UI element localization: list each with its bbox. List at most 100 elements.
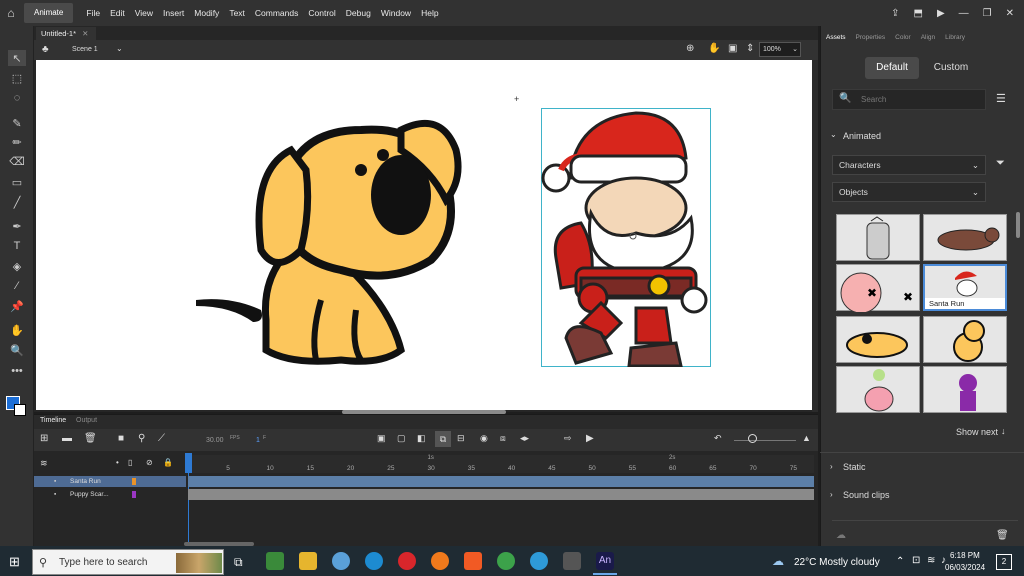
graph-icon[interactable]: ⟋ [158,433,165,444]
asset-thumb-puppy-lying[interactable] [836,316,920,363]
menu-insert[interactable]: Insert [158,8,189,18]
tab-assets[interactable]: Assets [826,34,846,46]
asset-search-field[interactable]: 🔍 Search [832,89,986,110]
camera-icon[interactable]: ■ [118,433,124,444]
pin-icon[interactable]: 📌 [8,298,26,314]
menu-commands[interactable]: Commands [250,8,303,18]
selection-tool-icon[interactable]: ↖ [8,50,26,66]
tab-color[interactable]: Color [895,34,911,46]
opera-icon[interactable] [398,552,416,570]
frame-ruler[interactable] [188,455,814,473]
arrow-down-icon[interactable]: ↓ [1001,426,1006,436]
tab-output[interactable]: Output [76,417,97,424]
clip-icon[interactable]: ▣ [728,43,737,54]
fps-value[interactable]: 30.00 [206,437,224,444]
windows-start-icon[interactable]: ⊞ [9,554,20,570]
task-view-icon[interactable]: ⧉ [234,555,243,570]
menu-file[interactable]: File [81,8,105,18]
trash-icon[interactable]: 🗑 [996,530,1009,541]
menu-edit[interactable]: Edit [105,8,130,18]
lock-icon[interactable]: 🔒 [163,458,173,467]
menu-help[interactable]: Help [416,8,443,18]
animated-section-label[interactable]: Animated [843,131,881,141]
asset-thumb-wolf[interactable] [923,214,1007,261]
brush-icon[interactable]: ✎ [8,115,26,131]
wifi-icon[interactable]: ≋ [927,555,935,566]
tab-properties[interactable]: Properties [856,34,886,46]
brave-icon[interactable] [464,552,482,570]
menu-modify[interactable]: Modify [189,8,224,18]
layer-name[interactable]: Puppy Scar... [70,489,109,500]
onion-skin-icon[interactable]: ◉ [480,433,488,444]
app-icon-2[interactable] [332,552,350,570]
asset-thumb-mummy[interactable] [836,214,920,261]
timeline-options-icon[interactable]: ▲ [802,433,811,443]
rotate-stage-icon[interactable]: ✋ [708,43,720,54]
menu-view[interactable]: View [130,8,158,18]
fit-icon[interactable]: ⇕ [746,43,754,54]
layer-color-swatch[interactable] [132,491,136,498]
new-folder-icon[interactable]: ▬ [62,433,72,444]
custom-toggle[interactable]: Custom [926,57,976,79]
filter-icon[interactable]: ⏷ [996,157,1005,170]
thumbnail-scrollbar[interactable] [1016,212,1020,238]
static-section-label[interactable]: Static [843,462,866,472]
highlight-dot-icon[interactable]: • [116,458,119,467]
clock-time[interactable]: 6:18 PM [950,551,980,560]
santa-frames-track[interactable] [188,476,814,487]
scene-name[interactable]: Scene 1 [72,46,98,53]
chrome-profile-icon[interactable] [530,552,548,570]
free-transform-icon[interactable]: ⬚ [8,70,26,86]
layer-row-santa[interactable]: ▪ Santa Run [34,476,186,487]
visibility-icon[interactable]: ⊘ [146,458,153,467]
category-select[interactable]: Characters ⌄ [832,155,986,175]
import-icon[interactable]: ☁ [836,530,846,541]
zoom-icon[interactable]: 🔍 [8,342,26,358]
animate-app-icon[interactable]: An [596,552,614,570]
new-layer-icon[interactable]: ⊞ [40,433,48,444]
fill-color-swatch[interactable] [14,404,26,416]
paint-bucket-icon[interactable]: ◈ [8,258,26,274]
show-next-link[interactable]: Show next [956,427,998,437]
puppy-frames-track[interactable] [188,489,814,500]
delete-layer-icon[interactable]: 🗑 [84,433,97,444]
chevron-up-icon[interactable]: ⌃ [896,556,904,567]
tab-library[interactable]: Library [945,34,965,46]
scene-dropdown-icon[interactable]: ⌄ [116,44,123,53]
puppy-character[interactable] [191,110,466,370]
list-view-icon[interactable]: ☰ [996,92,1006,105]
edge-icon[interactable] [365,552,383,570]
menu-control[interactable]: Control [303,8,340,18]
app-name[interactable]: Animate [24,3,74,23]
menu-text[interactable]: Text [224,8,250,18]
publish-icon[interactable]: ⬒ [913,8,922,19]
test-movie-icon[interactable]: ▶ [937,8,945,19]
notifications-icon[interactable]: 2 [996,554,1012,570]
default-toggle[interactable]: Default [865,57,919,79]
minimize-icon[interactable]: — [959,8,969,19]
keyframe-icon[interactable]: ▣ [377,433,386,444]
asset-thumb-pig[interactable] [836,366,920,413]
blank-keyframe-icon[interactable]: ▢ [397,433,406,444]
subcategory-select[interactable]: Objects ⌄ [832,182,986,202]
paint-brush-icon[interactable]: ✏ [8,134,26,150]
asset-thumb-santa[interactable]: Santa Run [923,264,1007,311]
more-tools-icon[interactable]: ••• [8,363,26,379]
insert-tween-icon[interactable]: ⧉ [435,431,451,447]
text-tool-icon[interactable]: T [8,238,26,254]
santa-character[interactable] [541,108,711,367]
chrome-icon[interactable] [497,552,515,570]
menu-debug[interactable]: Debug [341,8,376,18]
play-range-icon[interactable]: ⇨ [564,433,572,444]
asset-thumb-ninja[interactable] [923,366,1007,413]
zoom-field[interactable]: 100% ⌄ [759,42,801,57]
weather-text[interactable]: 22°C Mostly cloudy [794,557,880,568]
timeline-zoom-knob[interactable] [748,434,757,443]
zoom-dropdown-icon[interactable]: ⌄ [792,43,800,56]
play-icon[interactable]: ▶ [586,433,594,444]
clock-date[interactable]: 06/03/2024 [945,563,985,572]
sound-clips-section-label[interactable]: Sound clips [843,490,890,500]
layer-depth-icon[interactable]: ⚲ [138,433,145,444]
home-icon[interactable]: ⌂ [0,0,22,26]
layer-name[interactable]: Santa Run [70,476,101,487]
